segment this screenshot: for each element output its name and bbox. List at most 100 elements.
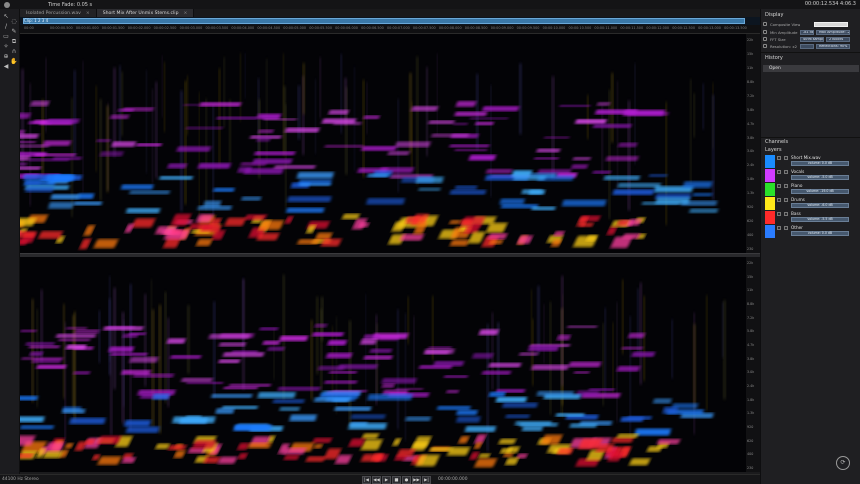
lock-icon[interactable] [784, 156, 788, 160]
spectral-blob [361, 433, 380, 439]
layer-volume-slider[interactable]: volume: -6.0 dB [791, 203, 849, 208]
spectral-blob [25, 342, 55, 346]
layer-volume-slider[interactable]: volume: -5.5 dB [791, 217, 849, 222]
ruler-tick-label: 00:00:09.500 [516, 26, 540, 30]
spectral-blob [521, 425, 544, 432]
rewind-button[interactable]: ◀◀ [372, 476, 381, 484]
spectrogram-right-channel[interactable] [20, 257, 746, 472]
spectral-blob [621, 233, 641, 239]
layer-row[interactable]: Short Mix.wav volume: 0.0 dB [765, 155, 859, 168]
speaker-icon[interactable]: ◀ [2, 63, 10, 71]
fft-blocks-field[interactable]: 2 Blocks [826, 36, 850, 42]
spectral-blob [319, 57, 322, 119]
spectral-blob [278, 335, 309, 342]
spectral-blob [722, 302, 724, 358]
stop-button[interactable]: ■ [392, 476, 401, 484]
composite-slider[interactable] [814, 21, 848, 27]
max-amplitude-field[interactable]: Max Amplitude: -24 dB [816, 29, 850, 35]
spectral-blob [468, 154, 497, 161]
reflections-field[interactable]: Reflections: 90% [816, 43, 850, 49]
spectral-blob [449, 239, 470, 247]
fft-size-field[interactable]: 4096 samples [800, 36, 824, 42]
play-button[interactable]: ▶ [382, 476, 391, 484]
lock-icon[interactable] [784, 226, 788, 230]
layer-row[interactable]: Bass volume: -5.5 dB [765, 211, 859, 224]
composite-view-icon[interactable] [763, 22, 767, 26]
frequency-label: 15k [747, 274, 754, 279]
tab-isolated-percussion[interactable]: Isolated Percussion.wav × [20, 9, 97, 17]
visibility-icon[interactable] [777, 184, 781, 188]
layer-volume-slider[interactable]: volume: -19.0 dB [791, 189, 849, 194]
record-button[interactable]: ● [402, 476, 411, 484]
spectral-blob [429, 447, 453, 452]
spectral-blob [570, 164, 589, 169]
layer-name: Piano [791, 183, 803, 188]
spectral-blob [486, 323, 489, 452]
ruler-tick-label: 00:00:08.500 [464, 26, 488, 30]
spectral-blob [176, 146, 212, 152]
stamp-icon[interactable]: ⧉ [10, 38, 18, 46]
layer-row[interactable]: Vocals volume: -5.0 dB [765, 169, 859, 182]
time-ruler[interactable]: 00:00 00:00:00.500 00:00:01.000 00:00:01.50… [20, 25, 760, 34]
tab-short-mix[interactable]: Short Mix After Unmix Stems.clip × [96, 9, 195, 17]
spectral-blob [217, 456, 238, 464]
layer-volume-slider[interactable]: volume: 0.0 dB [791, 161, 849, 166]
layer-row[interactable]: Piano volume: -19.0 dB [765, 183, 859, 196]
spectrogram-canvas[interactable] [20, 257, 746, 472]
visibility-icon[interactable] [777, 212, 781, 216]
go-end-button[interactable]: ▶| [422, 476, 431, 484]
close-icon[interactable]: × [86, 11, 90, 16]
spectral-blob [454, 148, 488, 152]
spectral-blob [73, 371, 91, 375]
history-item-open[interactable]: Open [763, 65, 859, 72]
fast-forward-button[interactable]: ▶▶ [412, 476, 421, 484]
pencil-icon[interactable]: / [2, 23, 10, 31]
resolution-field[interactable] [800, 43, 814, 49]
spectral-blob [603, 175, 641, 181]
spectral-blob [187, 305, 190, 374]
display-row-resolution[interactable]: Resolution: x2 Reflections: 90% [763, 43, 859, 49]
spectrogram-left-channel[interactable] [20, 34, 746, 253]
layer-row[interactable]: Other volume: 0.0 dB [765, 225, 859, 238]
zoom-icon[interactable]: ⊕ [2, 53, 10, 61]
spectrogram-canvas[interactable] [20, 34, 746, 253]
layer-volume-slider[interactable]: volume: 0.0 dB [791, 231, 849, 236]
wand-icon[interactable]: ✧ [2, 43, 10, 51]
spectral-blob [579, 222, 595, 227]
spectral-blob [418, 187, 441, 191]
frequency-scale-bottom[interactable]: 22k 15k 11k 8.8k 7.2k 5.8k 4.7k 3.8k 3.0k 2.4k 1.8… [746, 257, 760, 472]
spectral-blob [381, 377, 418, 384]
spectral-blob [34, 153, 77, 157]
frequency-scale-top[interactable]: 22k 15k 11k 8.8k 7.2k 5.8k 4.7k 3.8k 3.0k 2.4k 1.8… [746, 34, 760, 253]
spectral-blob [262, 340, 281, 345]
lock-icon[interactable] [784, 212, 788, 216]
visibility-icon[interactable] [777, 198, 781, 202]
overview-selection[interactable] [23, 18, 745, 24]
close-icon[interactable]: × [184, 11, 188, 16]
display-row-composite[interactable]: Composite View [763, 21, 859, 27]
display-row-fft[interactable]: FFT Size 4096 samples 2 Blocks [763, 36, 859, 42]
layer-volume-slider[interactable]: volume: -5.0 dB [791, 175, 849, 180]
lock-icon[interactable] [784, 184, 788, 188]
magnet-icon[interactable]: ∩ [10, 48, 18, 56]
eraser-icon[interactable]: ▭ [2, 33, 10, 41]
spectral-blob [20, 112, 31, 119]
lock-icon[interactable] [784, 198, 788, 202]
select-icon[interactable]: ↖ [2, 13, 10, 21]
brush-icon[interactable]: ✎ [10, 28, 18, 36]
go-start-button[interactable]: |◀ [362, 476, 371, 484]
lasso-icon[interactable]: ◌ [10, 18, 18, 26]
min-amplitude-field[interactable]: -81 dB [800, 29, 814, 35]
hand-icon[interactable]: ✋ [10, 58, 18, 66]
tab-label: Isolated Percussion.wav [26, 10, 81, 16]
lock-icon[interactable] [784, 170, 788, 174]
overview-strip[interactable]: Clip: 1 2 3 4 [20, 17, 760, 25]
layer-row[interactable]: Drums volume: -6.0 dB [765, 197, 859, 210]
spectral-blob [218, 342, 247, 347]
visibility-icon[interactable] [777, 226, 781, 230]
visibility-icon[interactable] [777, 170, 781, 174]
visibility-icon[interactable] [777, 156, 781, 160]
spectral-blob [58, 338, 91, 341]
spectral-blob [518, 63, 522, 135]
display-row-amplitude[interactable]: Min Amplitude -81 dB Max Amplitude: -24 … [763, 29, 859, 35]
